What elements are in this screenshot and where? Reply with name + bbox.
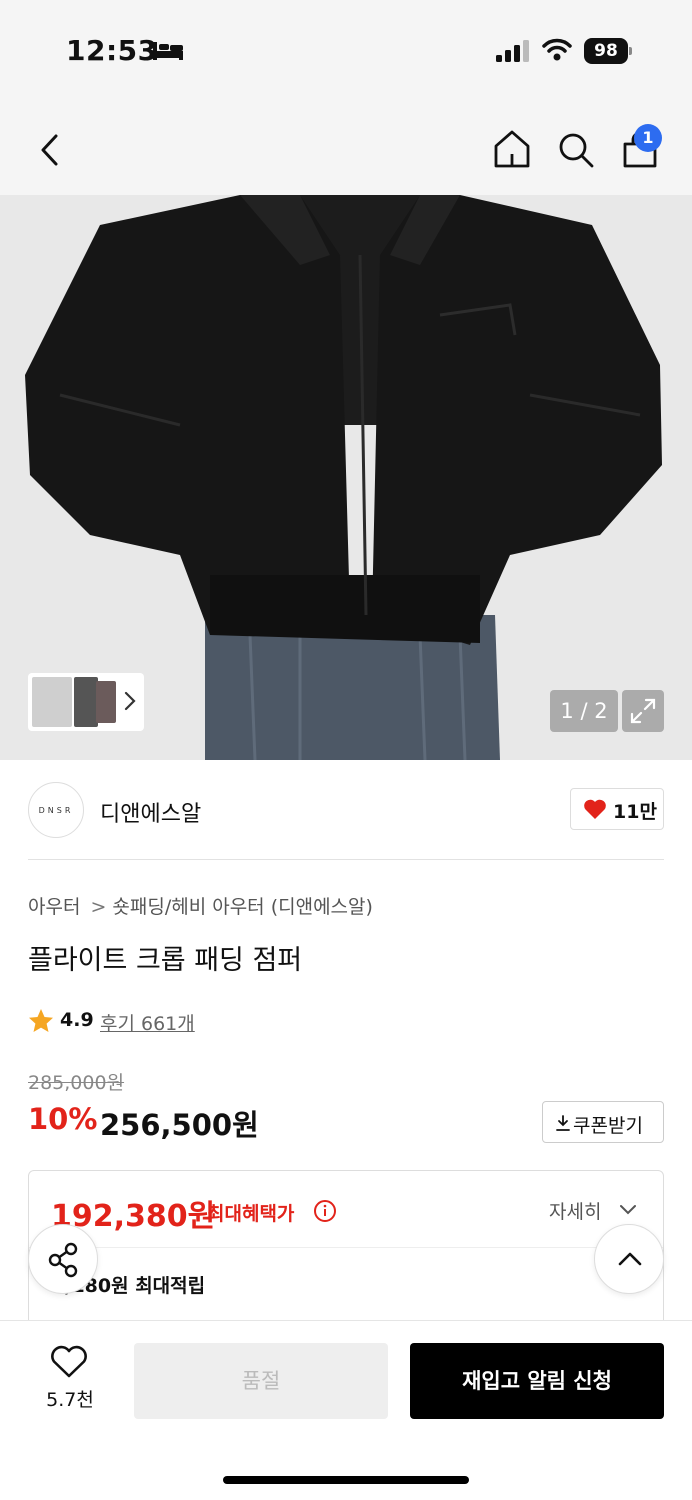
thumbnail-2[interactable] [74,677,98,727]
chevron-right-icon[interactable] [122,690,138,712]
sleep-mode-icon [153,42,183,60]
breadcrumb-category[interactable]: 아우터 [28,896,80,918]
heart-filled-icon [584,799,606,819]
share-button[interactable] [28,1224,98,1294]
battery-indicator: 98 [584,38,632,64]
top-nav-bar [0,100,692,195]
original-price: 285,000원 [28,1072,125,1094]
expand-icon [630,698,656,724]
brand-logo[interactable]: DNSR [28,782,84,838]
scroll-to-top-button[interactable] [594,1224,664,1294]
benefit-divider [29,1247,663,1248]
cart-count-badge: 1 [634,124,662,152]
sale-price: 256,500원 [100,1108,259,1142]
sold-out-button: 품절 [134,1343,388,1419]
benefit-details-toggle[interactable]: 자세히 [549,1197,601,1224]
search-icon[interactable] [556,130,596,170]
chevron-down-icon[interactable] [619,1203,637,1217]
back-arrow-icon[interactable] [30,130,70,170]
coupon-download-button[interactable]: 쿠폰받기 [542,1101,664,1143]
signal-icon [496,40,529,62]
breadcrumb-separator: > [90,896,107,918]
brand-like-button[interactable]: 11만 [570,788,664,830]
max-benefit-label: 최대혜택가 [207,1203,295,1225]
info-icon[interactable] [313,1199,337,1223]
star-icon [29,1009,53,1032]
download-icon [556,1115,570,1131]
heart-outline-icon[interactable] [50,1345,88,1379]
section-divider [28,859,664,860]
rating-value: 4.9 [60,1009,94,1031]
discount-rate: 10% [28,1102,98,1136]
breadcrumb-subcategory[interactable]: 숏패딩/헤비 아우터 (디앤에스알) [112,896,373,918]
thumbnail-1[interactable] [32,677,72,727]
product-title: 플라이트 크롭 패딩 점퍼 [28,945,303,976]
review-count-link[interactable]: 후기 661개 [100,1009,195,1036]
benefit-box: 192,380원 최대혜택가 자세히 7,180원 최대적립 [28,1170,664,1340]
wishlist-count: 5.7천 [46,1389,94,1411]
thumbnail-3[interactable] [96,681,116,723]
brand-row: DNSR 디앤에스알 11만 [0,760,692,860]
expand-image-button[interactable] [622,690,664,732]
coupon-label: 쿠폰받기 [573,1115,643,1137]
status-time: 12:53 [66,34,158,67]
status-bar: 12:53 98 [0,0,692,100]
restock-alert-button[interactable]: 재입고 알림 신청 [410,1343,664,1419]
wifi-icon [542,38,572,61]
image-pager: 1 / 2 [550,690,618,732]
share-icon [48,1242,78,1278]
battery-tip [629,47,632,55]
bottom-action-bar: 5.7천 품절 재입고 알림 신청 [0,1320,692,1500]
home-icon[interactable] [492,128,532,170]
chevron-up-icon [618,1252,642,1266]
battery-level: 98 [584,38,628,64]
brand-name[interactable]: 디앤에스알 [100,796,201,828]
home-indicator [223,1476,469,1484]
breadcrumb: 아우터 > 숏패딩/헤비 아우터 (디앤에스알) [28,892,373,919]
brand-like-count: 11만 [613,801,657,823]
